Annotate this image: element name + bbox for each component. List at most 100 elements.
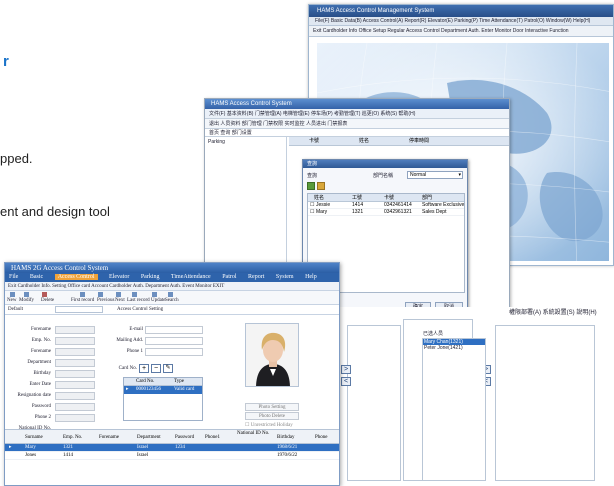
photo-delete-button[interactable]: Photo Delete [245, 412, 299, 420]
table-row[interactable]: Jones 1414 Israel 1970/6/22 [5, 452, 339, 460]
dialog-filter-label: 查詢 [307, 173, 318, 179]
department-field[interactable] [55, 359, 95, 367]
update-button[interactable]: Update [151, 298, 165, 303]
table-cell: Mary [316, 209, 328, 215]
back-window-toolbar[interactable]: Exit Cardholder Info Office Setup Regula… [309, 26, 613, 37]
grid-col-name[interactable]: 姓名 [359, 137, 369, 146]
dialog-col-emp[interactable]: 工號 [352, 194, 362, 202]
dialog-dept-value: Normal [410, 172, 427, 178]
filter-label: Default [8, 307, 23, 312]
right-window-menubar[interactable]: 權限部署(A) 系統設置(S) 說明(H) [509, 307, 614, 320]
table-row[interactable]: ☐ Mary 1321 0342961321 Sales Dept [308, 209, 464, 216]
right-list-panel[interactable] [495, 325, 595, 481]
card-col-card-no[interactable]: Card No. [136, 378, 154, 386]
grid-col-time[interactable]: 停車時間 [409, 137, 429, 146]
menu-report[interactable]: Report [248, 274, 264, 280]
menu-access-control[interactable]: Access Control [54, 274, 98, 280]
last-record-button[interactable]: Last record [127, 298, 150, 303]
new-button[interactable]: New [7, 298, 16, 303]
col-department[interactable]: Department [137, 435, 161, 440]
card-table-header: Card No. Type [124, 378, 202, 386]
menu-help[interactable]: Help [305, 274, 317, 280]
table-cell: Mary [25, 445, 36, 450]
middle-window-menubar[interactable]: 文件(F) 基本资料(B) 门禁管理(A) 电梯管理(E) 停车场(P) 考勤管… [205, 109, 509, 119]
table-cell: 1321 [63, 445, 73, 450]
label-emp-no: Emp. No. [31, 338, 51, 343]
table-row[interactable]: ☐ Jessie 1414 0342461414 Software Exclus… [308, 202, 464, 209]
export-icon[interactable] [317, 182, 325, 190]
menu-basic[interactable]: Basic [30, 274, 43, 280]
phone1-field[interactable] [145, 348, 203, 356]
email-field[interactable] [145, 326, 203, 334]
col-phone1[interactable]: Phone1 [205, 435, 220, 440]
resignation-date-field[interactable] [55, 392, 95, 400]
refresh-icon[interactable] [307, 182, 315, 190]
birthday-field[interactable] [55, 370, 95, 378]
menu-time-attendance[interactable]: TimeAttendance [171, 274, 211, 280]
dialog-dept-select[interactable]: Normal ▾ [407, 171, 463, 179]
col-forename[interactable]: Forename [99, 435, 119, 440]
label-department: Department [27, 360, 51, 365]
phone2-field[interactable] [55, 414, 95, 422]
selected-list-panel[interactable]: Mary Chan(1321) Peter Jone(1421) [422, 338, 486, 481]
menu-patrol[interactable]: Patrol [222, 274, 236, 280]
remove-card-button[interactable]: − [151, 364, 161, 373]
previous-button[interactable]: Previous [97, 298, 115, 303]
search-button[interactable]: Search [165, 298, 179, 303]
available-list-panel[interactable] [347, 325, 401, 481]
card-col-type[interactable]: Type [174, 378, 184, 386]
label-card-no: Card No. [118, 366, 137, 371]
person-photo-icon [246, 324, 298, 386]
delete-button[interactable]: Delete [41, 298, 54, 303]
dialog-col-name[interactable]: 姓名 [314, 194, 324, 202]
table-cell: 0000123456 [136, 387, 161, 392]
middle-window-nav[interactable]: 首页 查询 部门设置 [205, 129, 509, 137]
front-window-subtoolbar[interactable]: Exit Cardholder Info. Setting Office car… [5, 282, 339, 291]
password-field[interactable] [55, 403, 95, 411]
modify-button[interactable]: Modify [19, 298, 34, 303]
table-cell: 0342461414 [384, 202, 412, 208]
dialog-table-header: 姓名 工號 卡號 部門 [308, 194, 464, 202]
middle-window-toolbar[interactable]: 退出 人员资料 部门管理 门禁权限 实时监控 人员进出 门禁报表 [205, 119, 509, 129]
next-button[interactable]: Next [115, 298, 125, 303]
unrestricted-holiday-checkbox[interactable]: ☐ Unrestricted Holiday [245, 422, 293, 428]
dialog-col-card[interactable]: 卡號 [384, 194, 394, 202]
dialog-col-dept[interactable]: 部門 [422, 194, 432, 202]
first-record-button[interactable]: First record [71, 298, 94, 303]
col-national-id[interactable]: National ID No. [237, 431, 269, 436]
menu-parking[interactable]: Parking [141, 274, 160, 280]
table-row[interactable]: ▸ 0000123456 Valid card [124, 386, 202, 394]
forename2-field[interactable] [55, 348, 95, 356]
move-left-button[interactable]: < [341, 377, 351, 386]
left-pane-label[interactable]: Parking [208, 139, 225, 145]
table-cell: Israel [137, 445, 149, 450]
menu-file[interactable]: File [9, 274, 18, 280]
col-password[interactable]: Password [175, 435, 194, 440]
col-emp-no[interactable]: Emp. No. [63, 435, 82, 440]
col-birthday[interactable]: Birthday [277, 435, 295, 440]
table-cell: Sales Dept [422, 209, 447, 215]
list-item[interactable]: Peter Jone(1421) [423, 345, 485, 351]
access-control-setting-button[interactable]: Access Control Setting [117, 305, 163, 315]
front-window-titlebar: HAMS 2G Access Control System [5, 263, 339, 273]
forename-field[interactable] [55, 326, 95, 334]
move-right-button[interactable]: > [341, 365, 351, 374]
menu-elevator[interactable]: Elevator [109, 274, 129, 280]
enter-date-field[interactable] [55, 381, 95, 389]
col-phone[interactable]: Phone [315, 435, 328, 440]
cardholder-table-header: Surname Emp. No. Forename Department Pas… [5, 430, 339, 444]
back-window-menubar[interactable]: File(F) Basic Data(B) Access Control(A) … [309, 17, 613, 26]
photo-setting-button[interactable]: Photo Setting [245, 403, 299, 411]
row-checkbox[interactable]: ☐ [310, 209, 314, 216]
mailing-address-field[interactable] [145, 337, 203, 345]
table-row[interactable]: ▸ Mary 1321 Israel 1234 1968/6/21 [5, 444, 339, 452]
emp-no-field[interactable] [55, 337, 95, 345]
add-card-button[interactable]: + [139, 364, 149, 373]
col-surname[interactable]: Surname [25, 435, 43, 440]
grid-col-card[interactable]: 卡號 [309, 137, 319, 146]
filter-select[interactable] [55, 306, 103, 313]
menu-system[interactable]: System [276, 274, 294, 280]
edit-card-button[interactable]: ✎ [163, 364, 173, 373]
row-checkbox[interactable]: ☐ [310, 202, 314, 209]
label-enter-date: Enter Date [29, 382, 51, 387]
